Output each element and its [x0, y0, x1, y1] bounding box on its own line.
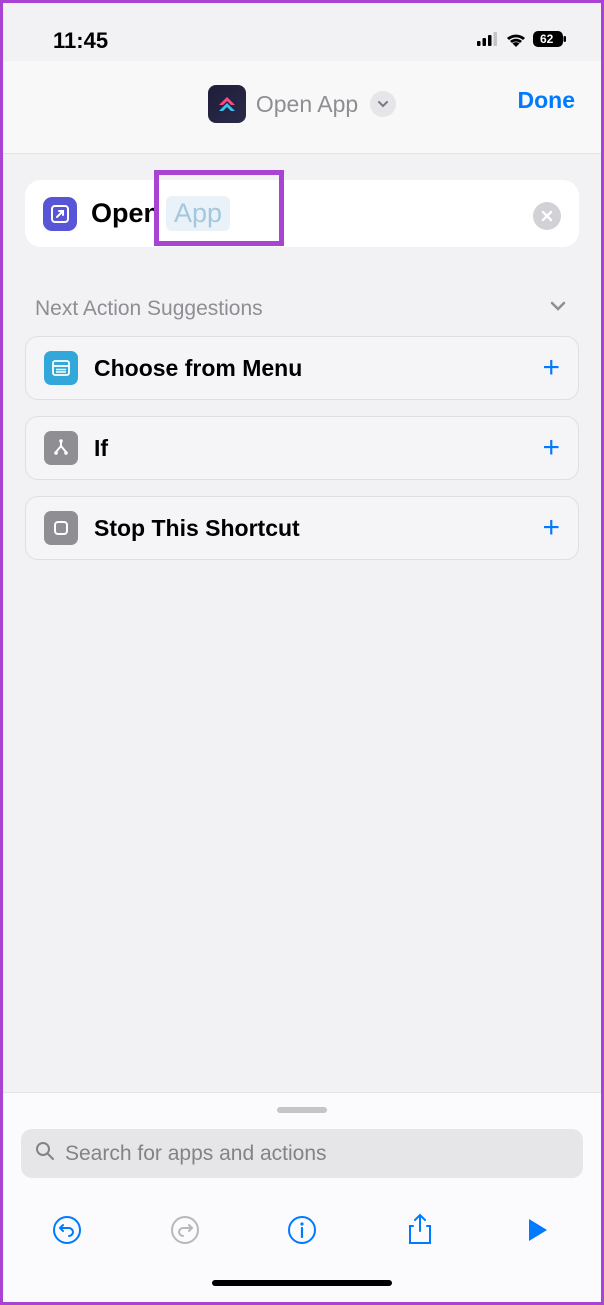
search-input[interactable]: Search for apps and actions	[21, 1129, 583, 1178]
add-icon[interactable]: +	[542, 431, 560, 465]
play-button[interactable]	[515, 1208, 559, 1252]
battery-icon: 62	[533, 31, 567, 52]
search-placeholder: Search for apps and actions	[65, 1142, 327, 1166]
action-command: Open	[91, 198, 160, 229]
open-app-action-icon	[43, 197, 77, 231]
menu-icon	[44, 351, 78, 385]
action-card[interactable]: Open App	[25, 180, 579, 247]
search-icon	[35, 1141, 55, 1166]
suggestion-label: Stop This Shortcut	[94, 515, 526, 542]
redo-button[interactable]	[163, 1208, 207, 1252]
wifi-icon	[505, 31, 527, 52]
title-center[interactable]: Open App	[208, 85, 396, 123]
stop-icon	[44, 511, 78, 545]
suggestion-label: If	[94, 435, 526, 462]
suggestion-if[interactable]: If +	[25, 416, 579, 480]
shortcuts-app-icon	[208, 85, 246, 123]
status-time: 11:45	[53, 28, 108, 54]
chevron-down-icon[interactable]	[547, 295, 569, 322]
chevron-down-icon[interactable]	[370, 91, 396, 117]
toolbar	[21, 1178, 583, 1272]
suggestions-header[interactable]: Next Action Suggestions	[3, 247, 601, 336]
title-text: Open App	[256, 91, 358, 118]
add-icon[interactable]: +	[542, 511, 560, 545]
share-button[interactable]	[398, 1208, 442, 1252]
suggestion-stop-shortcut[interactable]: Stop This Shortcut +	[25, 496, 579, 560]
suggestion-choose-from-menu[interactable]: Choose from Menu +	[25, 336, 579, 400]
cellular-icon	[477, 32, 499, 51]
close-icon[interactable]	[533, 202, 561, 230]
info-button[interactable]	[280, 1208, 324, 1252]
bottom-sheet: Search for apps and actions	[3, 1092, 601, 1302]
title-bar: Open App Done	[3, 61, 601, 154]
status-indicators: 62	[477, 31, 567, 52]
action-param-app[interactable]: App	[166, 196, 230, 231]
action-text: Open App	[91, 196, 230, 231]
status-bar: 11:45 62	[3, 3, 601, 61]
suggestion-label: Choose from Menu	[94, 355, 526, 382]
undo-button[interactable]	[45, 1208, 89, 1252]
suggestion-list: Choose from Menu + If + Stop This Shortc…	[25, 336, 579, 560]
add-icon[interactable]: +	[542, 351, 560, 385]
suggestions-title: Next Action Suggestions	[35, 297, 263, 321]
grabber-handle[interactable]	[277, 1107, 327, 1113]
branch-icon	[44, 431, 78, 465]
home-indicator[interactable]	[212, 1280, 392, 1286]
done-button[interactable]: Done	[518, 87, 576, 114]
